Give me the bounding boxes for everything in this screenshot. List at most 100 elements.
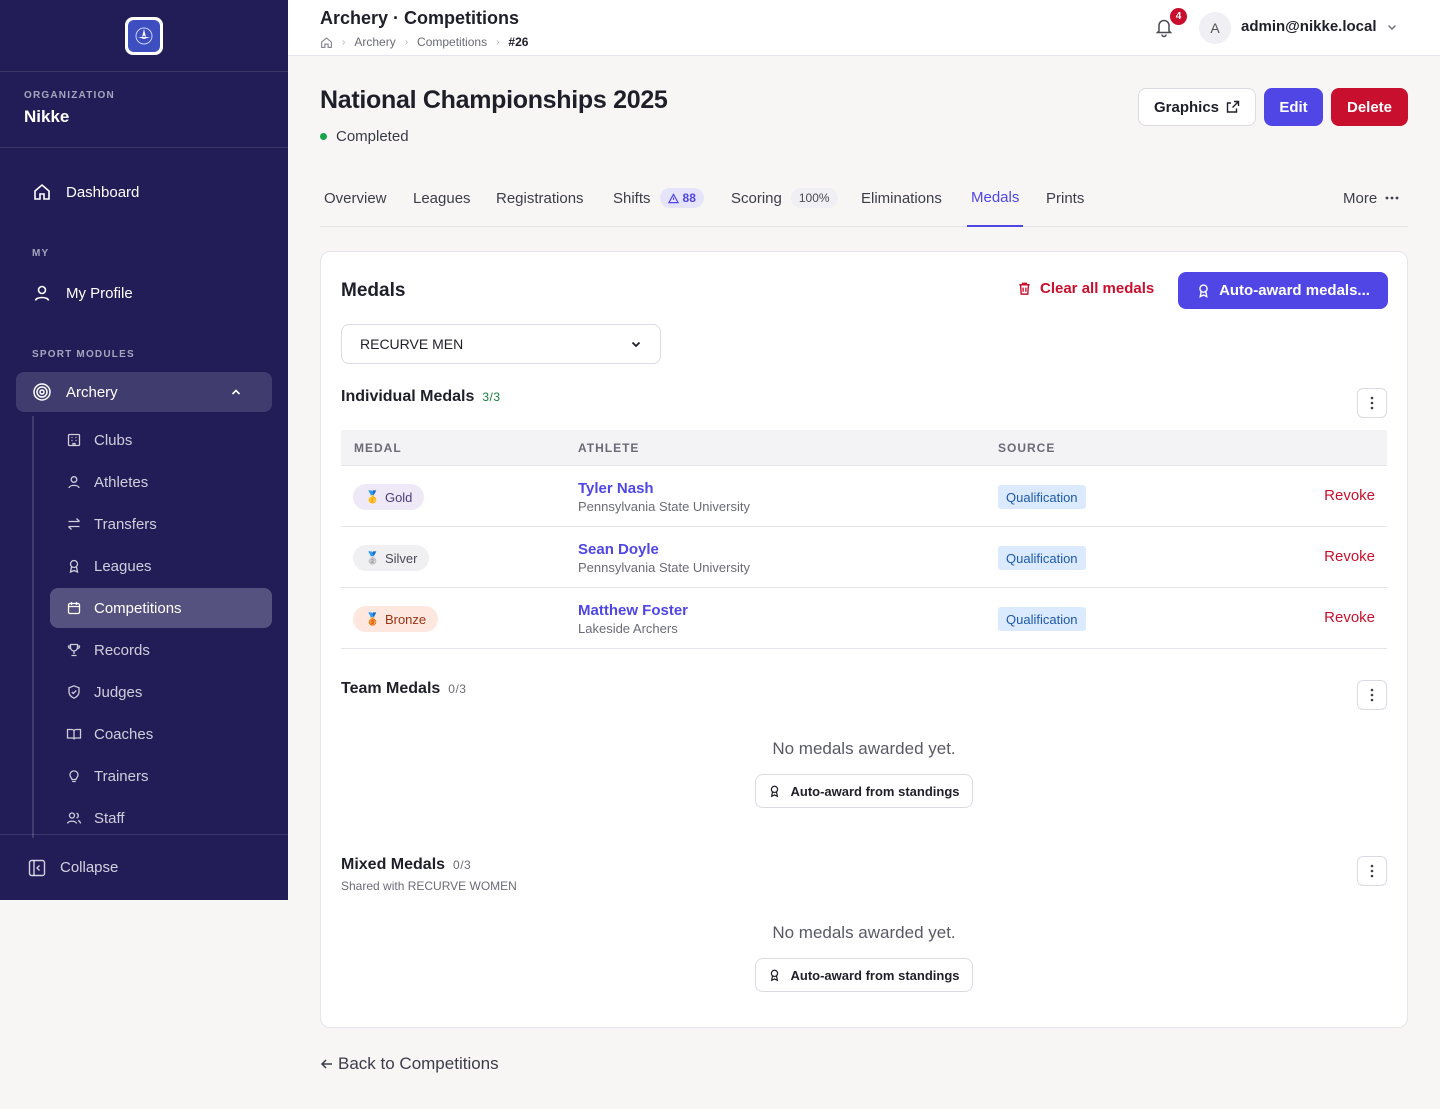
shifts-warning-count: 88: [682, 191, 696, 205]
auto-award-medals-button[interactable]: Auto-award medals...: [1178, 272, 1388, 309]
sidebar-item-judges[interactable]: Judges: [50, 672, 272, 712]
category-select-value: RECURVE MEN: [360, 336, 464, 352]
sidebar-item-clubs[interactable]: Clubs: [50, 420, 272, 460]
breadcrumb: › Archery › Competitions › #26: [320, 35, 528, 49]
tab-leagues[interactable]: Leagues: [409, 180, 475, 226]
clear-all-medals-button[interactable]: Clear all medals: [1017, 280, 1154, 297]
medal-label: Bronze: [384, 611, 427, 627]
building-icon: [67, 433, 81, 447]
chevron-right-icon: ›: [342, 36, 346, 48]
user-menu[interactable]: admin@nikke.local: [1241, 18, 1377, 35]
team-medals-menu-button[interactable]: [1357, 680, 1387, 710]
clear-all-medals-label: Clear all medals: [1040, 280, 1155, 297]
revoke-button[interactable]: Revoke: [1324, 487, 1375, 504]
athlete-club: Pennsylvania State University: [578, 499, 750, 514]
team-auto-award-label: Auto-award from standings: [790, 783, 960, 799]
silver-medal-icon: 🥈: [365, 551, 380, 565]
mixed-medals-heading: Mixed Medals 0/3: [341, 856, 471, 874]
graphics-button[interactable]: Graphics: [1138, 88, 1256, 126]
team-medals-heading: Team Medals 0/3: [341, 680, 466, 698]
medals-card: Medals Clear all medals Auto-award medal…: [320, 251, 1408, 1028]
tab-overview[interactable]: Overview: [320, 180, 391, 226]
book-open-icon: [66, 728, 82, 740]
organization-label: ORGANIZATION: [24, 90, 115, 101]
collapse-label: Collapse: [60, 859, 119, 876]
individual-medals-menu-button[interactable]: [1357, 388, 1387, 418]
users-icon: [66, 812, 82, 824]
breadcrumb-archery[interactable]: Archery: [354, 35, 395, 49]
tab-registrations[interactable]: Registrations: [492, 180, 588, 226]
athlete-link[interactable]: Tyler Nash: [578, 480, 654, 497]
tab-eliminations[interactable]: Eliminations: [857, 180, 946, 226]
calendar-icon: [67, 602, 81, 615]
medal-label: Silver: [384, 550, 418, 566]
award-icon: [69, 559, 79, 574]
tab-scoring-label: Scoring: [731, 189, 782, 207]
avatar[interactable]: A: [1199, 12, 1231, 44]
home-icon[interactable]: [320, 36, 333, 49]
chevron-right-icon: ›: [404, 36, 409, 48]
back-link-label: Back to Competitions: [338, 1054, 499, 1073]
individual-medals-heading: Individual Medals 3/3: [341, 388, 501, 406]
collapse-button[interactable]: Collapse: [0, 834, 288, 900]
delete-button[interactable]: Delete: [1331, 88, 1408, 126]
sidebar-item-records-label: Records: [94, 641, 150, 659]
athlete-club: Lakeside Archers: [578, 621, 678, 636]
sidebar-item-leagues[interactable]: Leagues: [50, 546, 272, 586]
breadcrumb-competitions[interactable]: Competitions: [417, 35, 487, 49]
org-logo[interactable]: [125, 16, 163, 55]
user-icon: [68, 476, 80, 489]
back-to-competitions-link[interactable]: Back to Competitions: [320, 1054, 499, 1074]
nav-dashboard[interactable]: Dashboard: [16, 172, 272, 212]
nav-my-profile[interactable]: My Profile: [16, 273, 272, 313]
more-vertical-icon: [1370, 864, 1374, 878]
breadcrumb-current: #26: [508, 35, 529, 49]
tab-medals[interactable]: Medals: [967, 180, 1024, 227]
chevron-down-icon: [631, 341, 641, 348]
topbar: Archery · Competitions › Archery › Compe…: [288, 0, 1440, 56]
logo-area: [0, 0, 288, 72]
edit-button[interactable]: Edit: [1264, 88, 1323, 126]
tab-shifts-label: Shifts: [613, 189, 651, 207]
tab-prints[interactable]: Prints: [1042, 180, 1088, 226]
team-medals-title: Team Medals: [341, 680, 441, 697]
sidebar-item-athletes-label: Athletes: [94, 473, 149, 491]
tab-shifts[interactable]: Shifts 88: [609, 180, 708, 226]
sidebar-item-records[interactable]: Records: [50, 630, 272, 670]
graphics-button-label: Graphics: [1153, 98, 1220, 116]
medals-title: Medals: [341, 280, 406, 301]
shifts-warning-badge: 88: [659, 188, 704, 208]
source-badge: Qualification: [998, 607, 1086, 631]
lightbulb-icon: [69, 770, 79, 783]
sidebar-item-competitions[interactable]: Competitions: [50, 588, 272, 628]
sidebar-item-transfers[interactable]: Transfers: [50, 504, 272, 544]
team-auto-award-button[interactable]: Auto-award from standings: [755, 774, 973, 808]
athlete-link[interactable]: Matthew Foster: [578, 602, 688, 619]
athlete-link[interactable]: Sean Doyle: [578, 541, 659, 558]
tab-more-label: More: [1343, 189, 1378, 207]
source-badge: Qualification: [998, 485, 1086, 509]
category-select[interactable]: RECURVE MEN: [341, 324, 661, 364]
sidebar-item-coaches[interactable]: Coaches: [50, 714, 272, 754]
revoke-button[interactable]: Revoke: [1324, 548, 1375, 565]
table-row: 🥈 Silver Sean Doyle Pennsylvania State U…: [341, 527, 1387, 588]
team-medals-count: 0/3: [448, 682, 467, 696]
revoke-button[interactable]: Revoke: [1324, 609, 1375, 626]
notification-count-badge: 4: [1170, 8, 1187, 25]
nav-my-profile-label: My Profile: [66, 284, 133, 302]
tab-scoring[interactable]: Scoring 100%: [727, 180, 842, 226]
chevron-up-icon: [231, 389, 241, 395]
more-vertical-icon: [1370, 396, 1374, 410]
sidebar-item-athletes[interactable]: Athletes: [50, 462, 272, 502]
column-source: SOURCE: [998, 441, 1056, 455]
sidebar-item-staff[interactable]: Staff: [50, 798, 272, 838]
mixed-auto-award-button[interactable]: Auto-award from standings: [755, 958, 973, 992]
topbar-title: Archery · Competitions: [320, 8, 520, 28]
chevron-down-icon[interactable]: [1386, 21, 1398, 33]
status-text: Completed: [336, 128, 409, 145]
nav-archery[interactable]: Archery: [16, 372, 272, 412]
tab-more[interactable]: More: [1339, 180, 1403, 226]
mixed-medals-empty-state: No medals awarded yet.: [772, 923, 956, 942]
mixed-medals-menu-button[interactable]: [1357, 856, 1387, 886]
sidebar-item-trainers[interactable]: Trainers: [50, 756, 272, 796]
